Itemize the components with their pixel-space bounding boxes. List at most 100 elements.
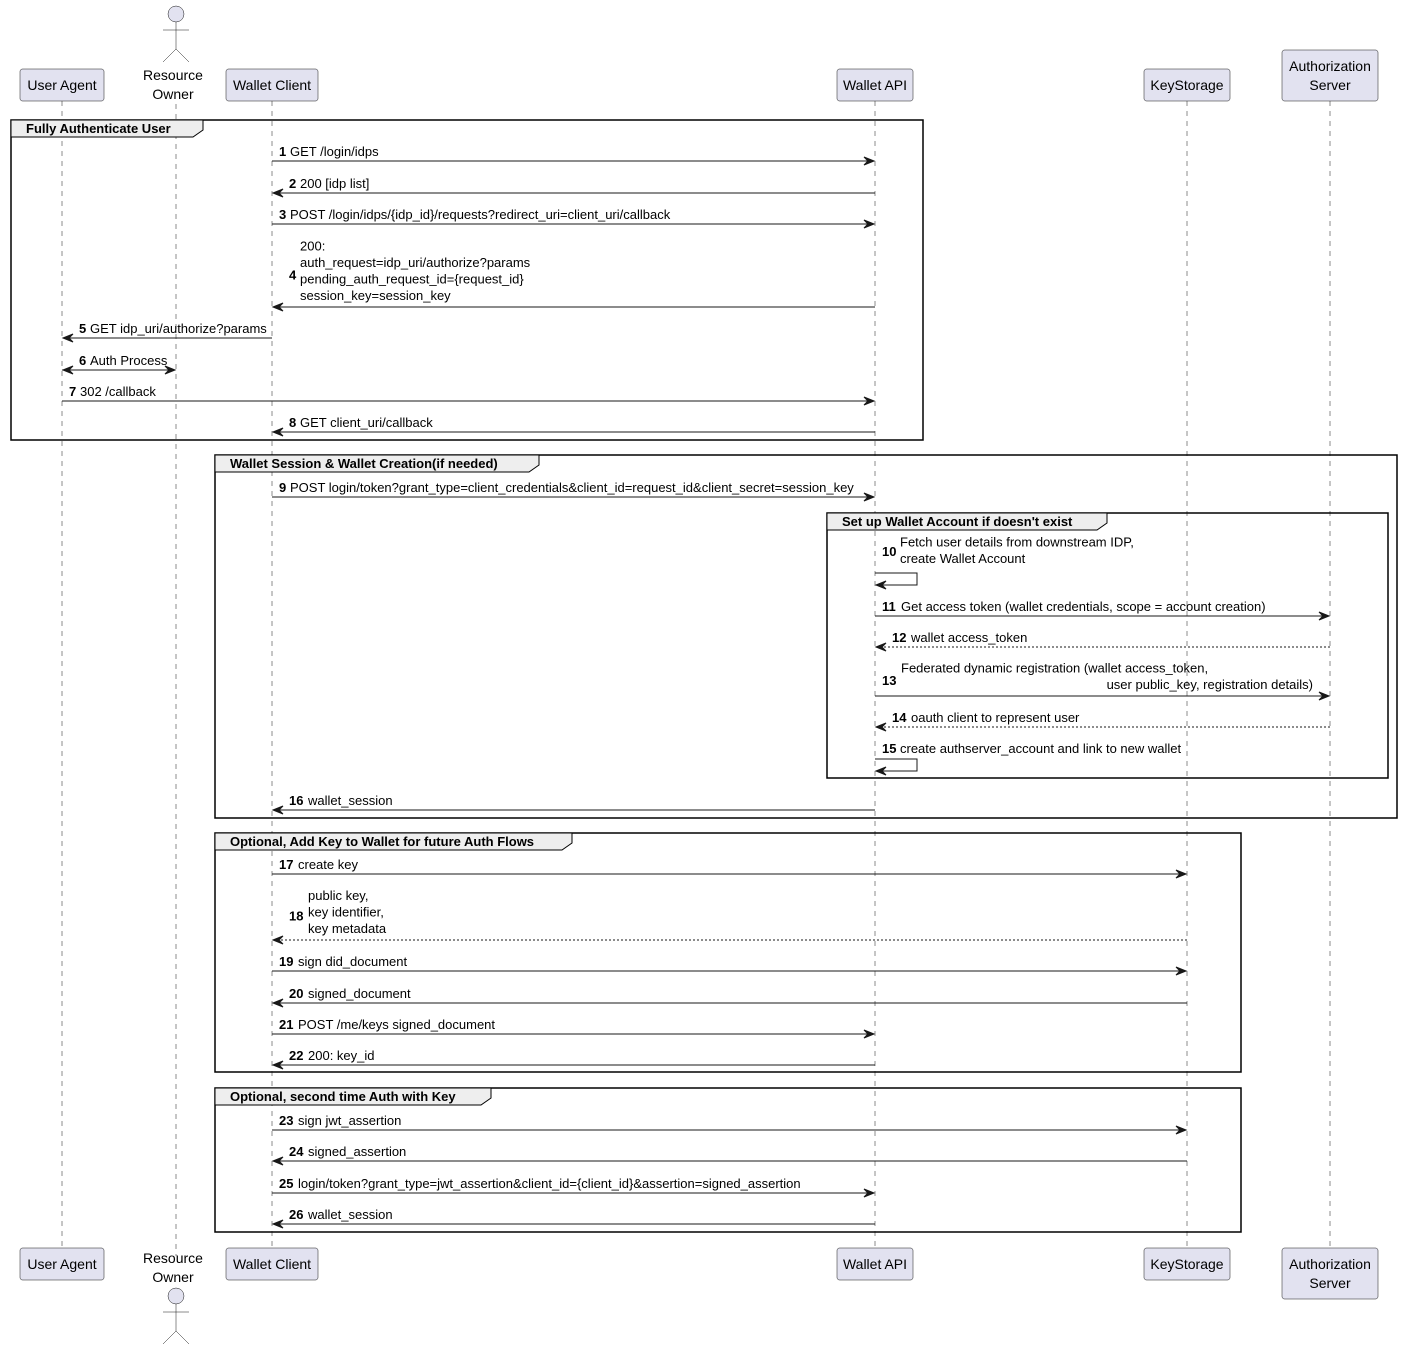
- actor-icon: [162, 5, 190, 63]
- message-text: 200 [idp list]: [300, 176, 369, 191]
- message-9: 9 POST login/token?grant_type=client_cred…: [272, 480, 876, 502]
- message-22: 22 200: key_id: [271, 1048, 875, 1070]
- participant-label: Server: [1309, 1275, 1351, 1291]
- message-24: 24 signed_assertion: [271, 1144, 1187, 1166]
- frame-label: Optional, second time Auth with Key: [230, 1089, 456, 1104]
- message-number: 2: [289, 176, 296, 191]
- message-text: wallet_session: [307, 793, 393, 808]
- message-number: 7: [69, 384, 76, 399]
- message-number: 9: [279, 480, 286, 495]
- participant-label: Wallet API: [843, 1256, 907, 1272]
- message-number: 6: [79, 353, 86, 368]
- message-10: 10 Fetch user details from downstream IDP…: [874, 535, 1134, 590]
- message-text: Auth Process: [90, 353, 168, 368]
- participant-label: User Agent: [27, 77, 96, 93]
- message-text: POST /me/keys signed_document: [298, 1017, 495, 1032]
- message-17: 17 create key: [272, 857, 1188, 879]
- message-25: 25 login/token?grant_type=jwt_assertion&c…: [272, 1176, 876, 1198]
- group-frame-g4: Optional, Add Key to Wallet for future A…: [214, 832, 1242, 1073]
- message-number: 11: [882, 599, 896, 614]
- frame-label: Set up Wallet Account if doesn't exist: [842, 514, 1073, 529]
- participant-wc-top[interactable]: Wallet Client: [225, 68, 319, 102]
- message-15: 15 create authserver_account and link to …: [874, 741, 1181, 776]
- message-2: 2 200 [idp list]: [271, 176, 875, 198]
- participant-label: Server: [1309, 77, 1351, 93]
- message-text: signed_document: [308, 986, 411, 1001]
- message-4: 4200:auth_request=idp_uri/authorize?para…: [271, 239, 875, 312]
- participant-label: Wallet Client: [233, 77, 311, 93]
- message-text: POST /login/idps/{idp_id}/requests?redir…: [290, 207, 671, 222]
- message-text: user public_key, registration details): [1107, 677, 1313, 692]
- message-text: Federated dynamic registration (wallet a…: [901, 661, 1208, 676]
- messages: 1 GET /login/idps 2 200 [idp list] 3 POST /lo…: [61, 144, 1331, 1229]
- actor-icon: [162, 1287, 190, 1345]
- frame-border: [214, 454, 1398, 819]
- message-number: 18: [289, 909, 303, 924]
- participant-as-top[interactable]: Authorization Server: [1281, 49, 1379, 102]
- message-12: 12 wallet access_token: [874, 630, 1330, 652]
- message-text: sign did_document: [298, 954, 408, 969]
- message-text: create authserver_account and link to ne…: [900, 741, 1181, 756]
- message-number: 5: [79, 321, 86, 336]
- message-number: 12: [892, 630, 906, 645]
- message-number: 23: [279, 1113, 293, 1128]
- message-text: 200:: [300, 239, 325, 254]
- message-18: 18 public key, key identifier,key metadata: [271, 888, 1187, 945]
- message-text: auth_request=idp_uri/authorize?params: [300, 255, 531, 270]
- message-7: 7 302 /callback: [62, 384, 876, 406]
- message-text: GET client_uri/callback: [300, 415, 433, 430]
- participant-label: Wallet API: [843, 77, 907, 93]
- participant-label: Authorization: [1289, 1256, 1371, 1272]
- participant-wc-bottom[interactable]: Wallet Client: [225, 1247, 319, 1281]
- message-number: 14: [892, 710, 907, 725]
- frame-label: Fully Authenticate User: [26, 121, 171, 136]
- message-5: 5 GET idp_uri/authorize?params: [61, 321, 272, 343]
- message-8: 8 GET client_uri/callback: [271, 415, 875, 437]
- message-number: 21: [279, 1017, 293, 1032]
- message-number: 13: [882, 673, 896, 688]
- participant-ua-bottom[interactable]: User Agent: [19, 1247, 105, 1281]
- message-26: 26 wallet_session: [271, 1207, 875, 1229]
- participant-api-top[interactable]: Wallet API: [836, 68, 914, 102]
- frame-label: Optional, Add Key to Wallet for future A…: [230, 834, 534, 849]
- message-text: create key: [298, 857, 358, 872]
- message-text: GET idp_uri/authorize?params: [90, 321, 267, 336]
- message-text: 302 /callback: [80, 384, 156, 399]
- participant-api-bottom[interactable]: Wallet API: [836, 1247, 914, 1281]
- message-text: create Wallet Account: [900, 551, 1026, 566]
- participant-ks-top[interactable]: KeyStorage: [1143, 68, 1231, 102]
- message-number: 4: [289, 267, 297, 282]
- participant-ks-bottom[interactable]: KeyStorage: [1143, 1247, 1231, 1281]
- participant-label: Authorization: [1289, 58, 1371, 74]
- participant-ro-bottom[interactable]: Resource Owner: [143, 1250, 203, 1345]
- message-number: 8: [289, 415, 296, 430]
- participant-as-bottom[interactable]: Authorization Server: [1281, 1247, 1379, 1300]
- message-3: 3 POST /login/idps/{idp_id}/requests?redi…: [272, 207, 876, 229]
- message-number: 17: [279, 857, 293, 872]
- message-number: 10: [882, 544, 896, 559]
- message-number: 15: [882, 741, 896, 756]
- message-20: 20 signed_document: [271, 986, 1187, 1008]
- message-number: 25: [279, 1176, 293, 1191]
- message-6: 6 Auth Process: [61, 353, 177, 375]
- participant-ua-top[interactable]: User Agent: [19, 68, 105, 102]
- message-text: POST login/token?grant_type=client_crede…: [290, 480, 854, 495]
- frame-label: Wallet Session & Wallet Creation(if need…: [230, 456, 498, 471]
- participant-ro-top[interactable]: Resource Owner: [143, 5, 203, 102]
- message-text: session_key=session_key: [300, 288, 451, 303]
- participant-label: Owner: [152, 1269, 194, 1285]
- participant-label: KeyStorage: [1150, 1256, 1223, 1272]
- participant-label: Resource: [143, 1250, 203, 1266]
- message-21: 21 POST /me/keys signed_document: [272, 1017, 876, 1039]
- message-number: 3: [279, 207, 286, 222]
- message-number: 16: [289, 793, 303, 808]
- message-number: 24: [289, 1144, 304, 1159]
- sequence-diagram: Fully Authenticate User Wallet Session & …: [10, 5, 1398, 1345]
- message-text: login/token?grant_type=jwt_assertion&cli…: [298, 1176, 801, 1191]
- message-text: oauth client to represent user: [911, 710, 1080, 725]
- message-11: 11 Get access token (wallet credentials, …: [875, 599, 1331, 621]
- group-frame-g2: Wallet Session & Wallet Creation(if need…: [214, 454, 1398, 819]
- message-number: 1: [279, 144, 286, 159]
- message-text: Get access token (wallet credentials, sc…: [901, 599, 1266, 614]
- message-23: 23 sign jwt_assertion: [272, 1113, 1188, 1135]
